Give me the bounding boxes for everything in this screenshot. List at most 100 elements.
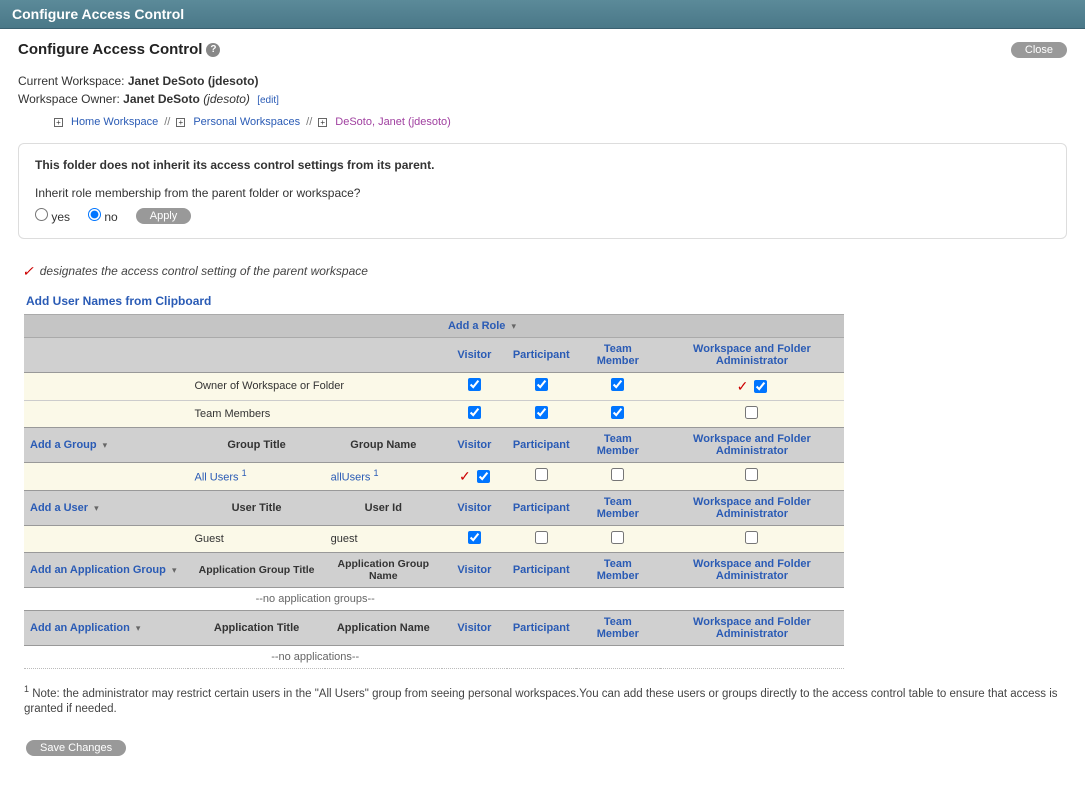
role-teammember-header[interactable]: Team Member — [576, 490, 660, 525]
breadcrumb-sep: // — [306, 114, 312, 131]
save-button[interactable]: Save Changes — [26, 740, 126, 756]
sort-icon[interactable]: ▾ — [172, 565, 177, 576]
guest-participant-checkbox[interactable] — [535, 531, 548, 544]
role-participant-header[interactable]: Participant — [507, 427, 576, 462]
apply-button[interactable]: Apply — [136, 208, 192, 224]
guest-visitor-checkbox[interactable] — [468, 531, 481, 544]
help-icon[interactable]: ? — [206, 43, 220, 57]
expand-icon[interactable]: + — [176, 118, 185, 127]
window-titlebar: Configure Access Control — [0, 0, 1085, 29]
group-name-header: Group Name — [325, 427, 442, 462]
owner-participant-checkbox[interactable] — [535, 378, 548, 391]
breadcrumb-sep: // — [164, 114, 170, 131]
inherit-question: Inherit role membership from the parent … — [35, 186, 1050, 200]
role-teammember-header[interactable]: Team Member — [576, 337, 660, 372]
owner-admin-checkbox[interactable] — [754, 380, 767, 393]
allusers-teammember-checkbox[interactable] — [611, 468, 624, 481]
edit-owner-link[interactable]: [edit] — [257, 95, 279, 106]
user-id: guest — [325, 525, 442, 552]
role-admin-header[interactable]: Workspace and Folder Administrator — [660, 610, 844, 645]
footnote-ref: 1 — [373, 468, 378, 478]
role-participant-header[interactable]: Participant — [507, 610, 576, 645]
footnote: 1 Note: the administrator may restrict c… — [24, 683, 1061, 718]
add-appgroup-link[interactable]: Add an Application Group — [30, 564, 166, 576]
breadcrumb-current[interactable]: DeSoto, Janet (jdesoto) — [335, 114, 451, 131]
role-visitor-header[interactable]: Visitor — [442, 610, 507, 645]
breadcrumb-home[interactable]: Home Workspace — [71, 114, 158, 131]
user-id-header: User Id — [325, 490, 442, 525]
inherit-no-label: no — [104, 210, 117, 224]
team-admin-checkbox[interactable] — [745, 406, 758, 419]
allusers-participant-checkbox[interactable] — [535, 468, 548, 481]
team-participant-checkbox[interactable] — [535, 406, 548, 419]
inherit-statement: This folder does not inherit its access … — [35, 158, 1050, 172]
sort-icon[interactable]: ▾ — [136, 623, 141, 634]
inherit-yes-radio[interactable] — [35, 208, 48, 221]
group-section-header: Add a Group ▾ Group Title Group Name Vis… — [24, 427, 844, 462]
role-participant-header[interactable]: Participant — [507, 337, 576, 372]
app-name-header: Application Name — [325, 610, 442, 645]
close-button[interactable]: Close — [1011, 42, 1067, 58]
inherit-yes-label: yes — [51, 210, 70, 224]
role-visitor-header[interactable]: Visitor — [442, 427, 507, 462]
role-admin-header[interactable]: Workspace and Folder Administrator — [660, 337, 844, 372]
sort-icon[interactable]: ▾ — [94, 503, 99, 514]
role-teammember-header[interactable]: Team Member — [576, 552, 660, 587]
app-title-header: Application Title — [188, 610, 324, 645]
add-role-link[interactable]: Add a Role — [448, 320, 505, 332]
allusers-admin-checkbox[interactable] — [745, 468, 758, 481]
team-teammember-checkbox[interactable] — [611, 406, 624, 419]
role-visitor-header[interactable]: Visitor — [442, 490, 507, 525]
sort-icon[interactable]: ▾ — [511, 321, 516, 332]
group-name-link[interactable]: allUsers — [331, 472, 371, 484]
add-app-link[interactable]: Add an Application — [30, 622, 130, 634]
sort-icon[interactable]: ▾ — [103, 440, 108, 451]
app-empty-text: --no applications-- — [188, 645, 441, 668]
inherit-no-radio[interactable] — [88, 208, 101, 221]
guest-teammember-checkbox[interactable] — [611, 531, 624, 544]
role-visitor-header[interactable]: Visitor — [442, 552, 507, 587]
workspace-meta: Current Workspace: Janet DeSoto (jdesoto… — [18, 72, 1067, 131]
legend-row: ✓ designates the access control setting … — [18, 263, 1067, 280]
current-workspace-value: Janet DeSoto (jdesoto) — [128, 74, 259, 88]
role-admin-header[interactable]: Workspace and Folder Administrator — [660, 552, 844, 587]
app-section-header: Add an Application ▾ Application Title A… — [24, 610, 844, 645]
role-columns-header: Visitor Participant Team Member Workspac… — [24, 337, 844, 372]
add-group-link[interactable]: Add a Group — [30, 439, 97, 451]
role-teammember-header[interactable]: Team Member — [576, 427, 660, 462]
user-row-guest: Guest guest — [24, 525, 844, 552]
guest-admin-checkbox[interactable] — [745, 531, 758, 544]
role-participant-header[interactable]: Participant — [507, 490, 576, 525]
legend-text: designates the access control setting of… — [40, 264, 368, 278]
workspace-owner-name: Janet DeSoto — [123, 92, 200, 106]
app-empty-row: --no applications-- — [24, 645, 844, 668]
title-row: Configure Access Control ? Close — [18, 41, 1067, 58]
add-user-link[interactable]: Add a User — [30, 502, 88, 514]
save-row: Save Changes — [26, 740, 1067, 756]
breadcrumb-personal[interactable]: Personal Workspaces — [193, 114, 300, 131]
window-title: Configure Access Control — [12, 6, 184, 22]
role-visitor-header[interactable]: Visitor — [442, 337, 507, 372]
inherit-yes-option[interactable]: yes — [35, 208, 70, 224]
group-title-link[interactable]: All Users — [194, 472, 238, 484]
add-from-clipboard-link[interactable]: Add User Names from Clipboard — [26, 294, 211, 308]
role-admin-header[interactable]: Workspace and Folder Administrator — [660, 490, 844, 525]
role-teammember-header[interactable]: Team Member — [576, 610, 660, 645]
appgroup-name-header: Application Group Name — [325, 552, 442, 587]
role-admin-header[interactable]: Workspace and Folder Administrator — [660, 427, 844, 462]
footnote-ref: 1 — [242, 468, 247, 478]
expand-icon[interactable]: + — [318, 118, 327, 127]
inherit-radio-row: yes no Apply — [35, 208, 1050, 224]
acl-table: Add a Role ▾ Visitor Participant Team Me… — [24, 314, 844, 669]
inherit-no-option[interactable]: no — [88, 208, 118, 224]
team-visitor-checkbox[interactable] — [468, 406, 481, 419]
add-role-header-row: Add a Role ▾ — [24, 314, 844, 337]
allusers-visitor-checkbox[interactable] — [477, 470, 490, 483]
owner-teammember-checkbox[interactable] — [611, 378, 624, 391]
user-title-header: User Title — [188, 490, 324, 525]
appgroup-empty-row: --no application groups-- — [24, 587, 844, 610]
principal-label: Owner of Workspace or Folder — [188, 372, 441, 400]
expand-icon[interactable]: + — [54, 118, 63, 127]
role-participant-header[interactable]: Participant — [507, 552, 576, 587]
owner-visitor-checkbox[interactable] — [468, 378, 481, 391]
